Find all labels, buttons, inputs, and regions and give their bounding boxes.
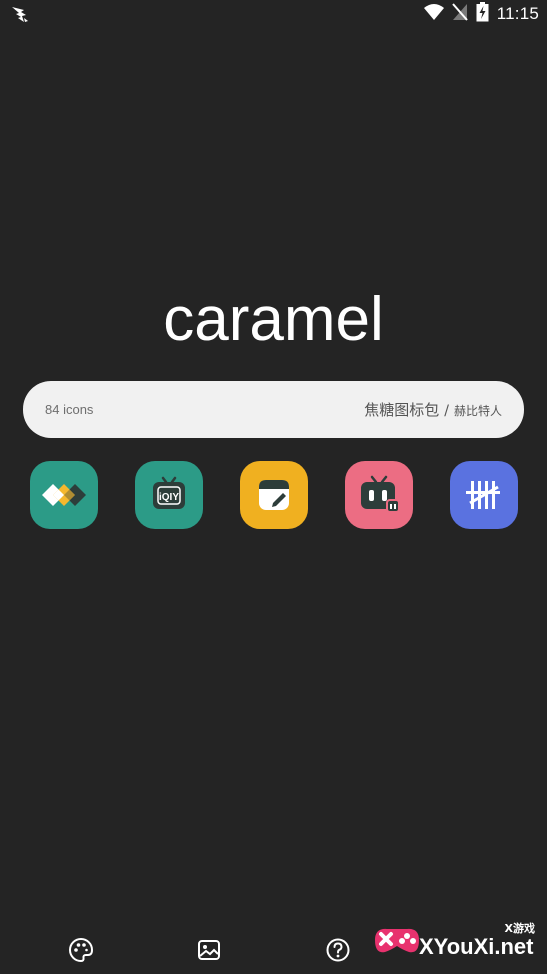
icon-preview-row: iQIY	[0, 461, 547, 529]
wallpaper-icon[interactable]	[195, 936, 223, 964]
help-icon[interactable]	[324, 936, 352, 964]
iqiyi-tv-icon[interactable]: iQIY	[135, 461, 203, 529]
pack-credit: 焦糖图标包 / 赫比特人	[364, 399, 502, 420]
pack-name-label: 焦糖图标包	[364, 401, 440, 419]
watermark-site-text: XYouXi.net	[419, 934, 534, 959]
palette-icon[interactable]	[67, 936, 95, 964]
iqiyi-label: iQIY	[159, 492, 179, 503]
notification-bird-icon	[10, 4, 30, 24]
status-bar: 11:15	[0, 0, 547, 28]
gamepad-logo-icon	[369, 912, 425, 968]
app-title: caramel	[163, 285, 384, 354]
signal-off-icon	[451, 2, 468, 26]
clock: 11:15	[496, 4, 539, 23]
credit-separator: /	[444, 403, 449, 419]
icon-count-label: 84 icons	[45, 402, 94, 417]
notes-app-icon[interactable]	[240, 461, 308, 529]
battery-charging-icon	[476, 1, 489, 27]
bilibili-tv-icon[interactable]	[345, 461, 413, 529]
author-label: 赫比特人	[453, 404, 502, 418]
diamond-app-icon[interactable]	[30, 461, 98, 529]
icon-pack-info-bar[interactable]: 84 icons 焦糖图标包 / 赫比特人	[23, 381, 524, 438]
wifi-icon	[423, 3, 444, 26]
tally-app-icon[interactable]	[450, 461, 518, 529]
site-watermark: X游戏 XYouXi.net	[369, 912, 541, 968]
